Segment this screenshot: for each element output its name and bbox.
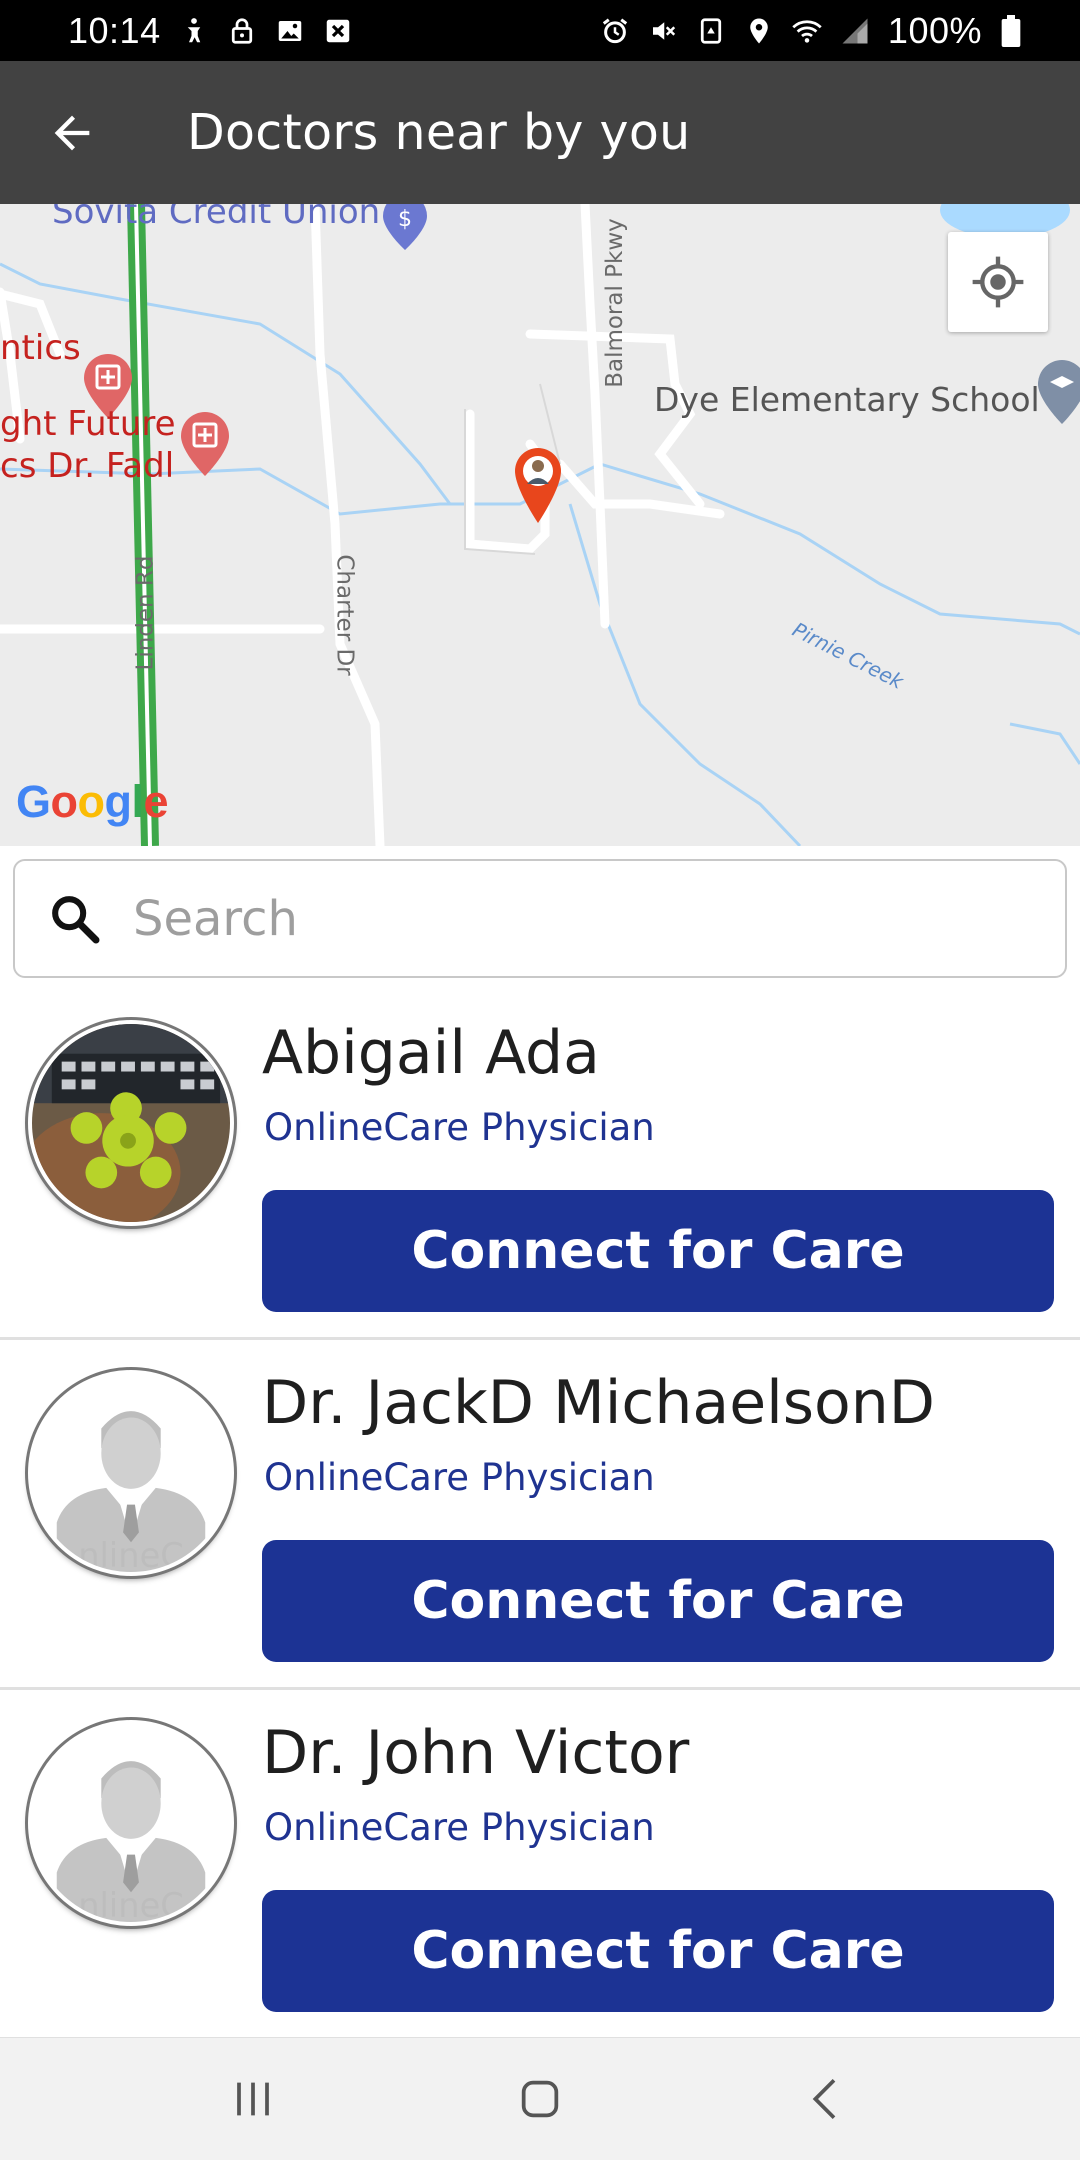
recent-apps-icon [237, 2082, 270, 2116]
recent-apps-button[interactable] [193, 2049, 313, 2149]
status-time: 10:14 [68, 9, 161, 51]
home-icon [521, 2080, 559, 2118]
doctor-card[interactable]: nlineC Dr. JackD MichaelsonD OnlineCare … [0, 1340, 1080, 1690]
avatar-placeholder-icon: nlineC [32, 1374, 230, 1572]
lock-icon [227, 15, 257, 47]
school-marker[interactable] [1038, 360, 1080, 424]
map-label-balmoral-parkway: Balmoral Pkwy [601, 218, 628, 388]
bank-marker[interactable]: $ [383, 204, 427, 250]
app-screen: 10:14 100% Doctors near by you $ Sovita … [0, 0, 1080, 2160]
svg-text:nlineC: nlineC [78, 1886, 184, 1922]
status-right: 100% [600, 10, 1022, 52]
doctor-role: OnlineCare Physician [264, 1106, 655, 1149]
mute-icon [648, 15, 678, 47]
stream-line-3 [1009, 722, 1080, 765]
doctor-name: Dr. JackD MichaelsonD [262, 1368, 935, 1438]
avatar-placeholder-icon: nlineC [32, 1724, 230, 1922]
connect-for-care-button[interactable]: Connect for Care [262, 1540, 1054, 1662]
arrow-back-icon [54, 115, 90, 150]
my-location-icon [972, 256, 1024, 308]
doctor-role: OnlineCare Physician [264, 1806, 655, 1849]
recycle-icon [696, 15, 726, 47]
doctor-location-pin[interactable] [515, 448, 561, 523]
map-label-clinic-1: ntics [0, 328, 81, 368]
google-logo-o1: o [50, 776, 79, 827]
svg-text:nlineC: nlineC [78, 1536, 184, 1572]
doctor-name: Abigail Ada [262, 1018, 600, 1088]
map-view[interactable]: $ Sovita Credit Union ntics ght Future c… [0, 204, 1080, 846]
doctor-card[interactable]: nlineC Dr. John Victor OnlineCare Physic… [0, 1690, 1080, 2040]
doctor-name: Dr. John Victor [262, 1718, 690, 1788]
connect-for-care-button[interactable]: Connect for Care [262, 1890, 1054, 2012]
map-label-linden-road: Linden Rd [132, 555, 159, 671]
svg-text:$: $ [398, 207, 412, 232]
search-icon [47, 891, 103, 947]
alarm-icon [600, 15, 630, 47]
battery-icon [1000, 14, 1022, 47]
home-button[interactable] [480, 2049, 600, 2149]
doctor-photo [32, 1024, 230, 1222]
battery-percent: 100% [887, 9, 982, 51]
doctor-card[interactable]: Abigail Ada OnlineCare Physician Connect… [0, 990, 1080, 1340]
search-box[interactable] [13, 859, 1067, 978]
location-icon [744, 15, 774, 47]
accessibility-icon [179, 15, 209, 47]
status-bar: 10:14 100% [0, 0, 1080, 61]
back-button[interactable] [0, 61, 147, 204]
linden-road-highway [127, 204, 159, 846]
google-logo-g2: g [104, 776, 133, 827]
map-roads: $ [0, 204, 1080, 846]
signal-icon [840, 15, 870, 47]
google-logo-g1: G [16, 776, 51, 827]
wifi-icon [792, 15, 822, 47]
hospital-marker-2[interactable] [181, 412, 229, 476]
page-title: Doctors near by you [187, 104, 691, 161]
avatar: nlineC [28, 1370, 234, 1576]
doctor-role: OnlineCare Physician [264, 1456, 655, 1499]
map-label-credit-union: Sovita Credit Union [52, 204, 381, 232]
connect-for-care-button[interactable]: Connect for Care [262, 1190, 1054, 1312]
google-logo-o2: o [77, 776, 106, 827]
close-box-icon [323, 15, 353, 47]
google-logo-l: l [131, 776, 145, 827]
app-bar: Doctors near by you [0, 61, 1080, 204]
map-label-school: Dye Elementary School [654, 380, 1040, 419]
back-icon [812, 2079, 835, 2119]
system-nav-bar [0, 2038, 1080, 2160]
doctor-list: Abigail Ada OnlineCare Physician Connect… [0, 990, 1080, 2040]
avatar: nlineC [28, 1720, 234, 1926]
search-input[interactable] [133, 890, 1033, 947]
status-left: 10:14 [68, 10, 353, 52]
map-label-clinic-2-line1: ght Future [0, 404, 176, 444]
system-back-button[interactable] [767, 2049, 887, 2149]
google-logo-e: e [143, 776, 169, 827]
google-logo: Google [16, 776, 169, 828]
map-label-clinic-2-line2: cs Dr. Fadl [0, 446, 175, 486]
image-icon [275, 15, 305, 47]
my-location-button[interactable] [948, 232, 1048, 332]
map-label-charter-drive: Charter Dr [331, 554, 358, 676]
avatar [28, 1020, 234, 1226]
